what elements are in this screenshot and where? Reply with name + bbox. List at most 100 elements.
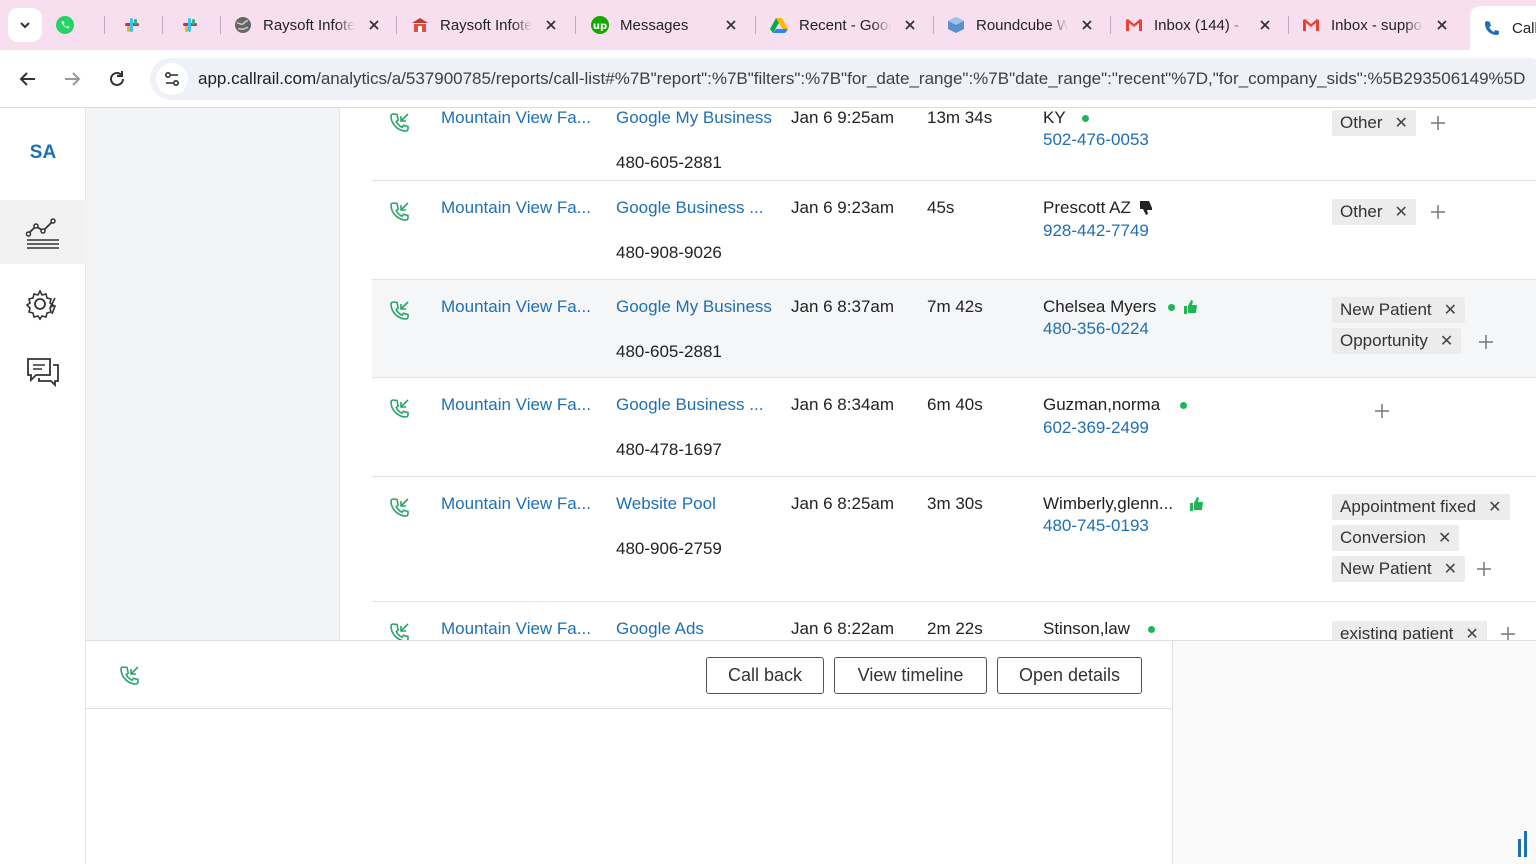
caller-name: Prescott AZ <box>1043 198 1155 218</box>
back-button[interactable] <box>14 65 42 93</box>
close-tab-icon[interactable] <box>542 16 560 34</box>
url-text: app.callrail.com/analytics/a/537900785/r… <box>198 69 1526 88</box>
account-initials[interactable]: SA <box>0 142 86 164</box>
view-timeline-button[interactable]: View timeline <box>834 657 987 694</box>
add-tag-button[interactable] <box>1428 113 1448 133</box>
svg-text:up: up <box>593 21 607 32</box>
tab-raysoft-2[interactable]: Raysoft Infotech <box>410 7 570 43</box>
forward-button[interactable] <box>58 65 86 93</box>
nav-settings[interactable] <box>0 272 86 336</box>
tab-title: Inbox - support <box>1331 16 1423 34</box>
add-tag-button[interactable] <box>1428 202 1448 222</box>
source-link[interactable]: Google Business ... <box>616 198 763 218</box>
browser-tab-bar: Raysoft Infotech Raysoft Infotech up Mes… <box>0 0 1536 50</box>
inbound-call-icon <box>120 666 139 685</box>
reload-button[interactable] <box>103 65 131 93</box>
audio-bars-icon <box>1518 831 1536 857</box>
nav-messages[interactable] <box>0 340 86 404</box>
company-link[interactable]: Mountain View Fa... <box>441 395 591 415</box>
remove-tag-icon[interactable]: ✕ <box>1444 300 1457 320</box>
remove-tag-icon[interactable]: ✕ <box>1488 497 1501 517</box>
source-link[interactable]: Google Business ... <box>616 395 763 415</box>
close-tab-icon[interactable] <box>722 16 740 34</box>
table-row[interactable]: Mountain View Fa... Google Business ... … <box>372 378 1536 477</box>
plus-icon <box>1501 627 1515 640</box>
status-dot <box>1081 114 1089 122</box>
tracking-number: 480-478-1697 <box>616 440 722 459</box>
tag-chip: Opportunity ✕ <box>1332 328 1462 354</box>
settings-icon <box>25 289 57 321</box>
inbound-call-icon <box>390 301 409 320</box>
company-link[interactable]: Mountain View Fa... <box>441 198 591 218</box>
tab-roundcube[interactable]: Roundcube Webmail <box>946 7 1106 43</box>
tracking-number: 480-605-2881 <box>616 342 722 361</box>
company-link[interactable]: Mountain View Fa... <box>441 619 591 639</box>
nav-analytics[interactable] <box>0 200 86 264</box>
tag-chip: New Patient ✕ <box>1332 556 1466 582</box>
address-bar[interactable]: app.callrail.com/analytics/a/537900785/r… <box>150 58 1536 100</box>
source-link[interactable]: Google My Business <box>616 108 772 128</box>
chevron-down-icon <box>20 22 30 29</box>
table-row[interactable]: Mountain View Fa... Google My Business 4… <box>372 108 1536 181</box>
tab-upwork-messages[interactable]: up Messages <box>590 7 750 43</box>
tab-callrail-active[interactable]: Call <box>1470 6 1536 50</box>
company-link[interactable]: Mountain View Fa... <box>441 297 591 317</box>
open-details-button[interactable]: Open details <box>997 657 1142 694</box>
add-tag-button[interactable] <box>1498 624 1518 640</box>
close-tab-icon[interactable] <box>1078 16 1096 34</box>
close-tab-icon[interactable] <box>901 16 919 34</box>
tab-search-button[interactable] <box>8 8 42 42</box>
status-dot <box>1180 401 1188 409</box>
source-link[interactable]: Google Ads <box>616 619 704 639</box>
tracking-number: 480-908-9026 <box>616 243 722 262</box>
site-info-icon[interactable] <box>156 63 188 95</box>
callrail-icon <box>1482 18 1502 38</box>
tab-gmail-1[interactable]: Inbox (144) - <box>1124 7 1284 43</box>
call-back-button[interactable]: Call back <box>706 657 824 694</box>
remove-tag-icon[interactable]: ✕ <box>1395 202 1408 222</box>
table-row[interactable]: Mountain View Fa... Website Pool 480-906… <box>372 477 1536 602</box>
raysoft-icon <box>410 15 430 35</box>
table-row[interactable]: Mountain View Fa... Google Business ... … <box>372 181 1536 280</box>
source-link[interactable]: Google My Business <box>616 297 772 317</box>
tab-google-drive[interactable]: Recent - Google Drive <box>769 7 929 43</box>
call-duration: 13m 34s <box>927 108 993 127</box>
source-link[interactable]: Website Pool <box>616 494 716 514</box>
caller-number-link[interactable]: 928-442-7749 <box>1043 221 1149 241</box>
company-link[interactable]: Mountain View Fa... <box>441 108 591 128</box>
company-link[interactable]: Mountain View Fa... <box>441 494 591 514</box>
table-row[interactable]: Mountain View Fa... Google Ads Jan 6 8:2… <box>372 602 1536 640</box>
close-tab-icon[interactable] <box>365 16 383 34</box>
caller-number-link[interactable]: 602-369-2499 <box>1043 418 1149 438</box>
add-tag-button[interactable] <box>1474 559 1494 579</box>
whatsapp-icon <box>55 15 75 35</box>
close-tab-icon[interactable] <box>1256 16 1274 34</box>
remove-tag-icon[interactable]: ✕ <box>1395 113 1408 133</box>
call-date: Jan 6 8:37am <box>791 297 895 316</box>
add-tag-button[interactable] <box>1476 332 1496 352</box>
caller-number-link[interactable]: 480-356-0224 <box>1043 319 1149 339</box>
remove-tag-icon[interactable]: ✕ <box>1438 528 1451 548</box>
tab-slack-1[interactable] <box>122 7 162 43</box>
remove-tag-icon[interactable]: ✕ <box>1444 559 1457 579</box>
table-row-selected[interactable]: Mountain View Fa... Google My Business 4… <box>372 280 1536 378</box>
tab-whatsapp[interactable] <box>55 7 95 43</box>
tab-title: Recent - Google Drive <box>799 16 891 34</box>
inbound-call-icon <box>390 399 409 418</box>
inbound-call-icon <box>390 498 409 517</box>
tab-slack-2[interactable] <box>180 7 220 43</box>
caller-number-link[interactable]: 480-745-0193 <box>1043 516 1149 536</box>
tab-gmail-2[interactable]: Inbox - support <box>1301 7 1461 43</box>
tag-chip: Other ✕ <box>1332 110 1416 136</box>
close-tab-icon[interactable] <box>1433 16 1451 34</box>
upwork-icon: up <box>590 15 610 35</box>
remove-tag-icon[interactable]: ✕ <box>1440 331 1453 351</box>
remove-tag-icon[interactable]: ✕ <box>1465 624 1478 640</box>
caller-number-link[interactable]: 502-476-0053 <box>1043 130 1149 150</box>
tab-raysoft-1[interactable]: Raysoft Infotech <box>233 7 393 43</box>
messages-icon <box>27 358 59 388</box>
browser-toolbar: app.callrail.com/analytics/a/537900785/r… <box>0 50 1536 108</box>
status-dot <box>1147 625 1155 633</box>
call-duration: 3m 30s <box>927 494 983 513</box>
add-tag-button[interactable] <box>1372 401 1392 421</box>
